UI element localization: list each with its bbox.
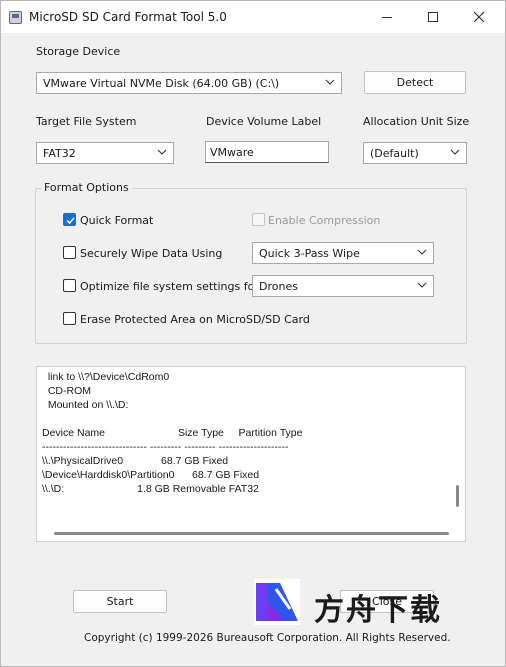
storage-device-value: VMware Virtual NVMe Disk (64.00 GB) (C:\… — [43, 77, 280, 90]
erase-protected-area-checkbox[interactable] — [63, 312, 76, 325]
minimize-button[interactable] — [364, 1, 410, 33]
chevron-down-icon — [325, 77, 335, 87]
optimize-checkbox[interactable] — [63, 279, 76, 292]
maximize-icon — [428, 12, 438, 22]
quick-format-label[interactable]: Quick Format — [80, 214, 153, 227]
title-bar: MicroSD SD Card Format Tool 5.0 — [1, 1, 505, 33]
horizontal-scrollbar[interactable] — [54, 532, 449, 535]
allocation-unit-size-label: Allocation Unit Size — [363, 115, 470, 128]
secure-wipe-label[interactable]: Securely Wipe Data Using — [80, 247, 222, 260]
log-line: \\.\D: 1.8 GB Removable FAT32 — [42, 483, 259, 495]
close-icon — [473, 11, 485, 23]
volume-label-input[interactable]: VMware — [205, 141, 329, 163]
storage-device-label: Storage Device — [36, 45, 121, 58]
main-window: MicroSD SD Card Format Tool 5.0 Storage … — [0, 0, 506, 667]
target-file-system-label: Target File System — [36, 115, 137, 128]
brand-logo-icon — [254, 579, 300, 625]
volume-label-value: VMware — [210, 146, 254, 159]
chevron-down-icon — [157, 147, 167, 157]
log-line: CD-ROM — [42, 385, 91, 397]
checkmark-icon — [66, 217, 75, 225]
allocation-unit-size-value: (Default) — [370, 147, 419, 160]
wipe-method-value: Quick 3-Pass Wipe — [259, 247, 360, 260]
erase-protected-area-label[interactable]: Erase Protected Area on MicroSD/SD Card — [80, 313, 310, 326]
sd-card-app-icon — [9, 11, 22, 24]
optimize-label[interactable]: Optimize file system settings for — [80, 280, 259, 293]
window-title: MicroSD SD Card Format Tool 5.0 — [29, 10, 227, 24]
enable-compression-checkbox — [252, 213, 265, 226]
watermark-text: 方舟下载 — [314, 593, 442, 628]
chevron-down-icon — [450, 147, 460, 157]
chevron-down-icon — [417, 280, 427, 290]
optimize-target-value: Drones — [259, 280, 298, 293]
storage-device-select[interactable]: VMware Virtual NVMe Disk (64.00 GB) (C:\… — [36, 72, 342, 94]
log-line: Mounted on \\.\D: — [42, 399, 129, 411]
secure-wipe-checkbox[interactable] — [63, 246, 76, 259]
log-line: Device Name Size Type Partition Type — [42, 427, 303, 439]
quick-format-checkbox[interactable] — [63, 213, 76, 226]
start-button[interactable]: Start — [73, 590, 167, 613]
optimize-target-select[interactable]: Drones — [252, 275, 434, 297]
maximize-button[interactable] — [410, 1, 456, 33]
minimize-icon — [382, 16, 392, 18]
chevron-down-icon — [417, 247, 427, 257]
format-options-title: Format Options — [41, 181, 132, 194]
log-line: link to \\?\Device\CdRom0 — [42, 371, 170, 383]
close-window-button[interactable] — [456, 1, 502, 33]
copyright-text: Copyright (c) 1999-2026 Bureausoft Corpo… — [84, 632, 451, 644]
log-line: \\.\PhysicalDrive0 68.7 GB Fixed — [42, 455, 229, 467]
allocation-unit-size-select[interactable]: (Default) — [363, 142, 467, 164]
log-line: ------------------------------ ---------… — [42, 441, 289, 453]
watermark: 方舟下载 — [254, 579, 466, 628]
log-text: link to \\?\Device\CdRom0 CD-ROM Mounted… — [42, 370, 302, 496]
vertical-scrollbar[interactable] — [456, 485, 459, 507]
wipe-method-select[interactable]: Quick 3-Pass Wipe — [252, 242, 434, 264]
volume-label-label: Device Volume Label — [206, 115, 322, 128]
device-log-output[interactable]: link to \\?\Device\CdRom0 CD-ROM Mounted… — [36, 366, 466, 542]
detect-button[interactable]: Detect — [364, 71, 466, 94]
file-system-select[interactable]: FAT32 — [36, 142, 174, 164]
file-system-value: FAT32 — [43, 147, 76, 160]
log-line: \Device\Harddisk0\Partition0 68.7 GB Fix… — [42, 469, 260, 481]
enable-compression-label: Enable Compression — [268, 214, 381, 227]
